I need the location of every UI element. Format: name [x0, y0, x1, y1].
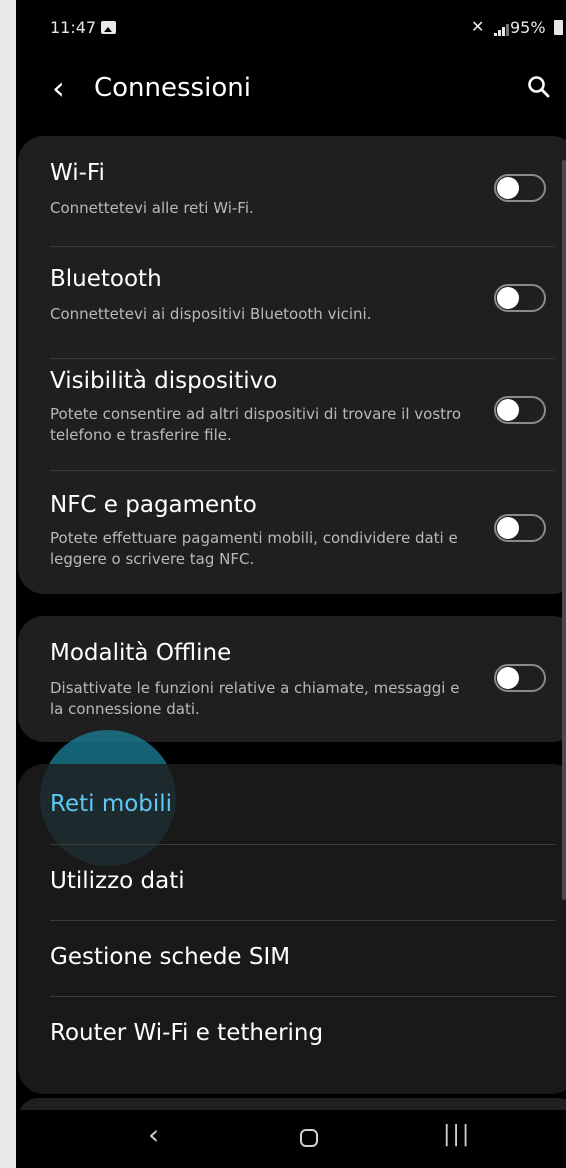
link-row-tethering[interactable]: Router Wi-Fi e tethering: [18, 996, 566, 1094]
network-links-card: Reti mobili Utilizzo dati Gestione sched…: [18, 764, 566, 1094]
setting-row-wifi[interactable]: Wi-Fi Connettetevi alle reti Wi-Fi.: [18, 136, 566, 246]
link-row-sim[interactable]: Gestione schede SIM: [18, 920, 566, 996]
app-header: ‹ Connessioni: [16, 56, 566, 126]
setting-title: NFC e pagamento: [50, 492, 257, 518]
visibility-toggle[interactable]: [494, 396, 546, 424]
status-time: 11:47: [50, 18, 97, 37]
setting-row-offline[interactable]: Modalità Offline Disattivate le funzioni…: [18, 616, 566, 742]
setting-title: Wi-Fi: [50, 160, 105, 186]
setting-title: Bluetooth: [50, 266, 162, 292]
setting-subtitle: Connettetevi alle reti Wi-Fi.: [50, 199, 254, 217]
nav-recents-icon[interactable]: |||: [443, 1122, 471, 1147]
link-title: Utilizzo dati: [50, 868, 185, 894]
setting-subtitle: Potete effettuare pagamenti mobili, cond…: [50, 529, 458, 568]
nav-home-icon[interactable]: [300, 1129, 318, 1147]
wifi-toggle[interactable]: [494, 174, 546, 202]
setting-subtitle: Connettetevi ai dispositivi Bluetooth vi…: [50, 305, 372, 323]
battery-percentage: 95%: [510, 18, 546, 37]
setting-title: Modalità Offline: [50, 640, 232, 666]
nfc-toggle[interactable]: [494, 514, 546, 542]
link-title: Gestione schede SIM: [50, 944, 291, 970]
phone-screen: 11:47 ✕ 95% ‹ Connessioni Wi-Fi Connette…: [16, 0, 566, 1168]
setting-row-bluetooth[interactable]: Bluetooth Connettetevi ai dispositivi Bl…: [18, 246, 566, 358]
link-title: Reti mobili: [50, 791, 173, 817]
scrollbar[interactable]: [562, 160, 566, 900]
setting-row-visibility[interactable]: Visibilità dispositivo Potete consentire…: [18, 358, 566, 470]
link-row-utilizzo-dati[interactable]: Utilizzo dati: [18, 844, 566, 920]
offline-card: Modalità Offline Disattivate le funzioni…: [18, 616, 566, 742]
search-icon[interactable]: [526, 74, 552, 100]
battery-icon: [554, 20, 563, 35]
setting-subtitle: Potete consentire ad altri dispositivi d…: [50, 405, 462, 444]
signal-icon: [494, 24, 509, 36]
link-row-reti-mobili[interactable]: Reti mobili: [18, 764, 566, 844]
setting-row-nfc[interactable]: NFC e pagamento Potete effettuare pagame…: [18, 470, 566, 594]
bluetooth-toggle[interactable]: [494, 284, 546, 312]
navigation-bar: ‹ |||: [16, 1110, 566, 1168]
page-title: Connessioni: [94, 73, 251, 103]
status-bar: 11:47 ✕ 95%: [16, 0, 566, 56]
mute-icon: ✕: [471, 17, 485, 36]
offline-toggle[interactable]: [494, 664, 546, 692]
connections-card: Wi-Fi Connettetevi alle reti Wi-Fi. Blue…: [18, 136, 566, 594]
gallery-icon: [101, 21, 116, 34]
setting-subtitle: Disattivate le funzioni relative a chiam…: [50, 679, 460, 718]
chevron-left-icon[interactable]: ‹: [52, 68, 65, 108]
nav-back-icon[interactable]: ‹: [148, 1118, 159, 1151]
link-title: Router Wi-Fi e tethering: [50, 1020, 324, 1046]
setting-title: Visibilità dispositivo: [50, 368, 278, 394]
